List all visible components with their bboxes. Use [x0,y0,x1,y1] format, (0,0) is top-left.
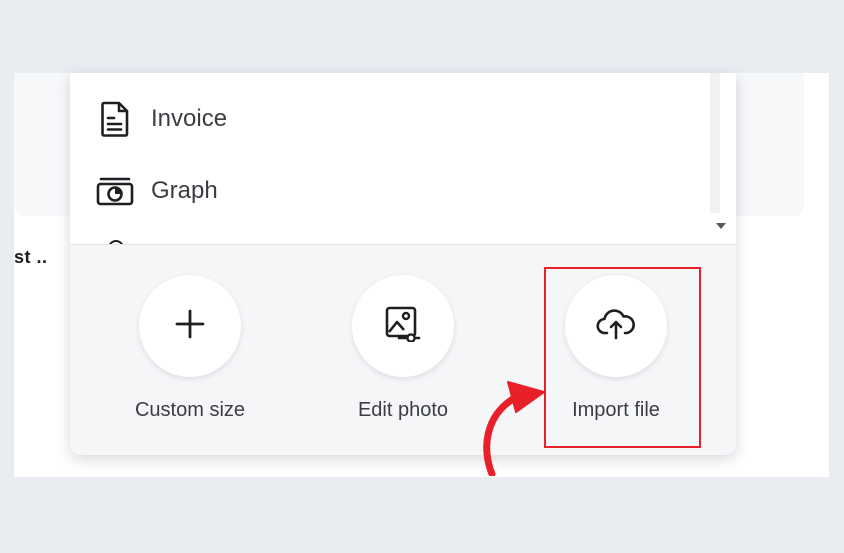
scroll-down-arrow-icon[interactable] [716,223,726,229]
action-label: Edit photo [357,399,449,421]
scrollbar-track[interactable] [710,73,720,213]
design-type-list: Invoice Graph [70,73,736,245]
edit-photo-circle[interactable] [352,275,454,377]
menu-item-label: Graph [151,177,218,204]
background-truncated-text: st .. [14,247,48,267]
action-label: Custom size [134,399,246,421]
edit-photo-button[interactable]: Edit photo [333,275,473,422]
list-scrollbar[interactable] [706,73,736,244]
red-pointer-arrow-icon [483,381,545,476]
custom-size-circle[interactable] [139,275,241,377]
edit-photo-icon [385,306,421,347]
custom-size-button[interactable]: Custom size [120,275,260,422]
import-file-highlight-box [544,267,701,448]
menu-item-invoice[interactable]: Invoice [96,99,227,139]
document-icon [96,100,134,138]
menu-item-label: Invoice [151,105,228,132]
menu-item-graph[interactable]: Graph [96,171,218,211]
partial-menu-icon [108,240,124,244]
plus-icon [175,309,205,344]
graph-icon [96,172,134,210]
